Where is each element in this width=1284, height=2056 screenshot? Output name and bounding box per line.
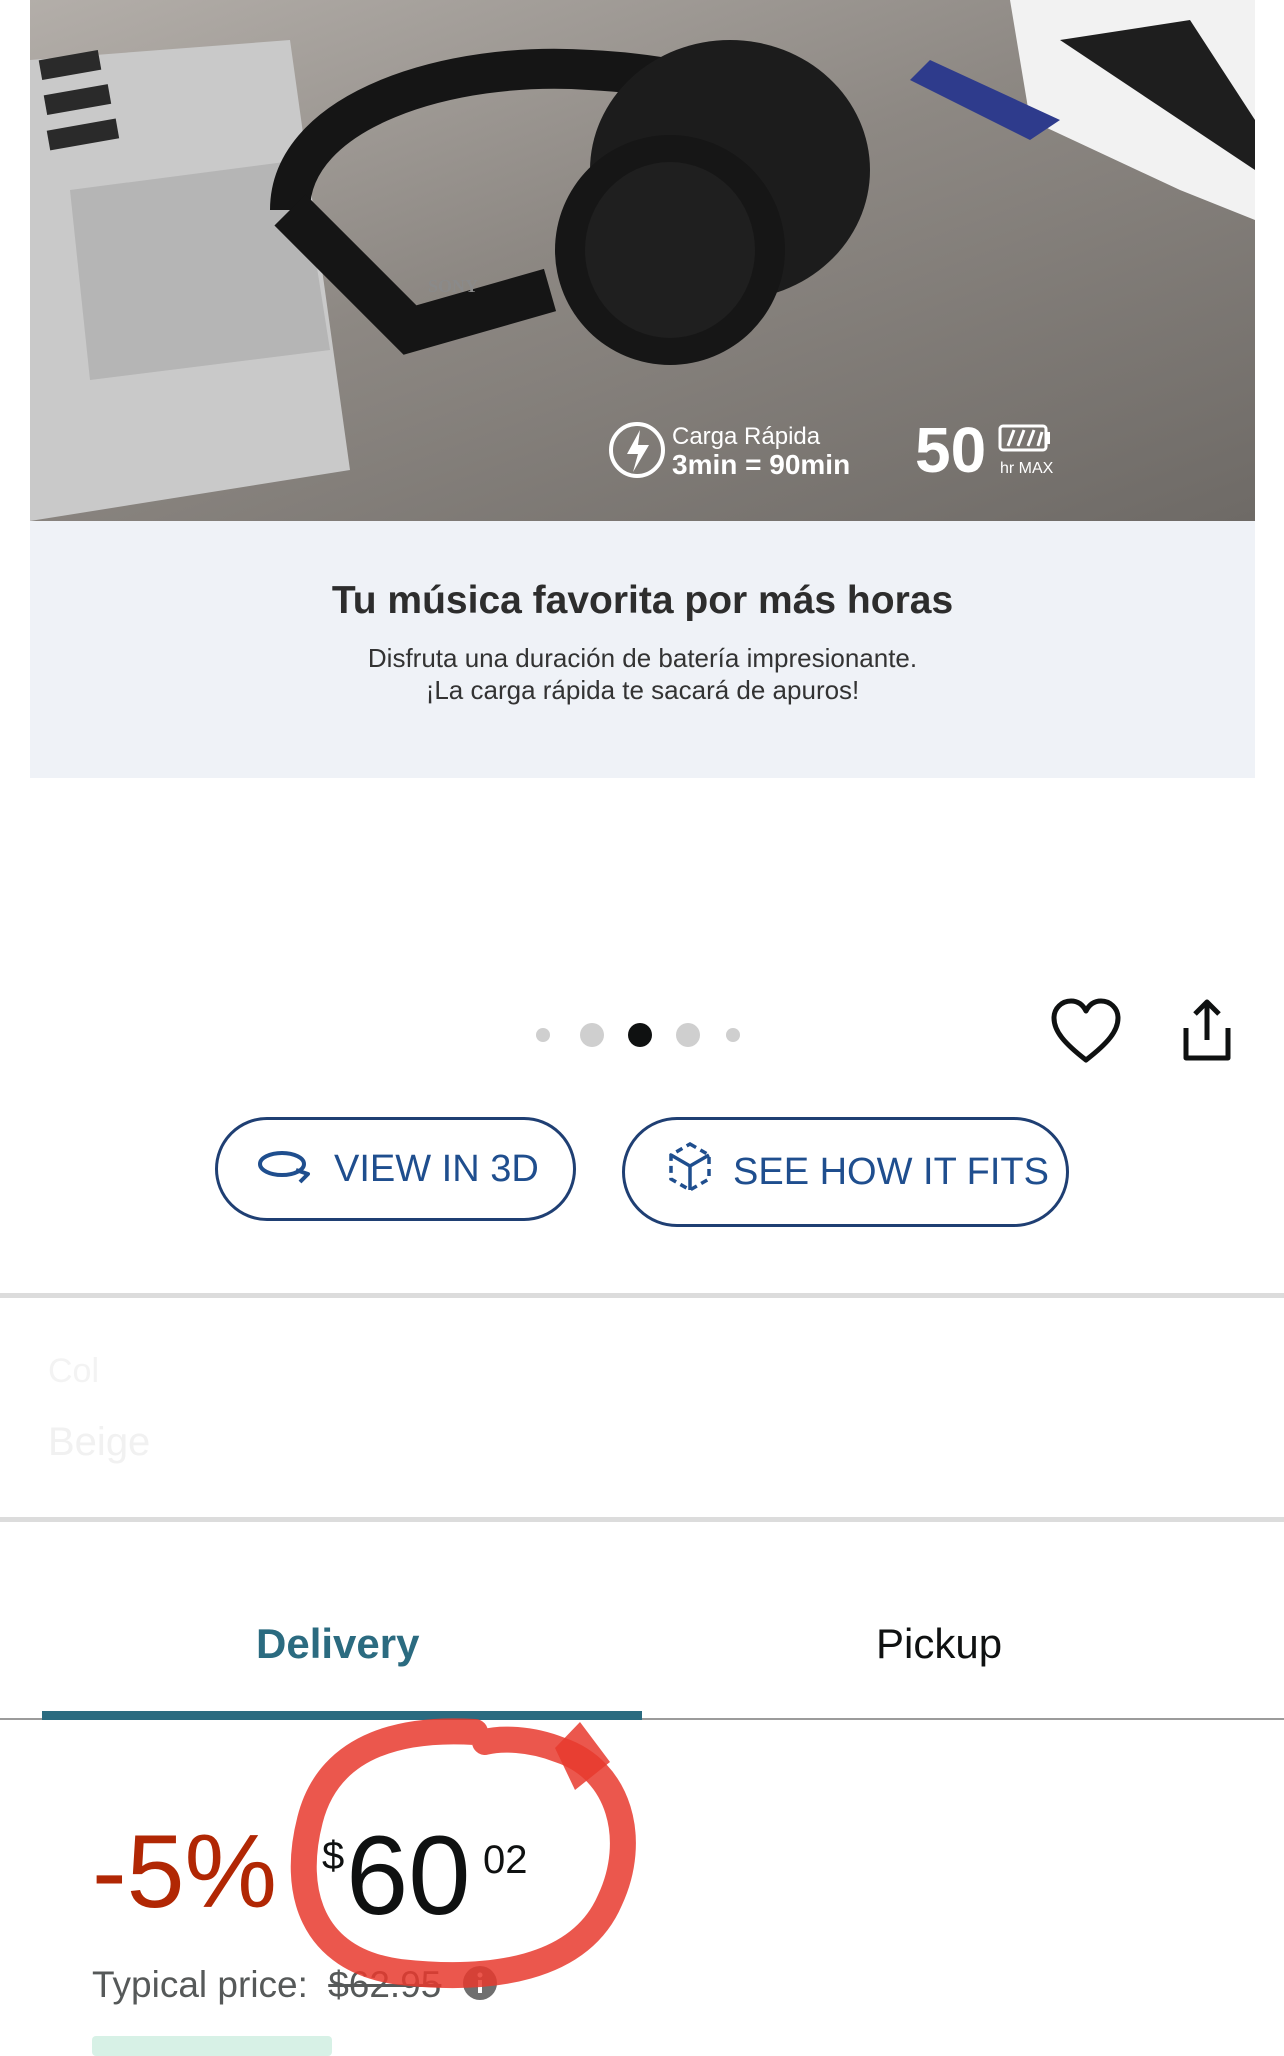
price-currency-symbol: $ [322,1834,345,1878]
svg-text:50: 50 [915,414,986,486]
tab-delivery[interactable]: Delivery [256,1620,419,1668]
heart-icon [1051,998,1121,1063]
deal-badge [92,2036,332,2056]
variant-value: Beige [48,1420,151,1464]
price-fraction: 02 [483,1838,528,1882]
view-in-3d-button[interactable]: VIEW IN 3D [215,1117,576,1221]
see-how-it-fits-label: SEE HOW IT FITS [733,1150,1049,1193]
carousel-dot-4[interactable] [676,1023,700,1047]
typical-price-value: $62.95 [328,1964,442,2005]
see-how-it-fits-button[interactable]: SEE HOW IT FITS [622,1117,1069,1227]
ar-cube-icon [665,1140,715,1204]
wishlist-button[interactable] [1050,998,1122,1066]
typical-price-label: Typical price: [92,1964,308,2005]
view-in-3d-label: VIEW IN 3D [334,1147,539,1190]
price-whole: 60 [346,1813,471,1938]
product-image-carousel[interactable]: SONY Carga Rápida 3min = 90min 50 hr MAX… [30,0,1255,778]
headphones-illustration: SONY Carga Rápida 3min = 90min 50 hr MAX [30,0,1255,521]
carousel-dot-5[interactable] [726,1028,740,1042]
tab-pickup[interactable]: Pickup [876,1620,1002,1668]
banner-subtitle-line-2: ¡La carga rápida te sacará de apuros! [425,675,860,705]
typical-price-row: Typical price: $62.95 [92,1964,498,2010]
carousel-dot-2[interactable] [580,1023,604,1047]
carousel-dot-1[interactable] [536,1028,550,1042]
share-icon [1183,999,1231,1061]
banner-subtitle-line-1: Disfruta una duración de batería impresi… [367,643,918,673]
product-photo: SONY Carga Rápida 3min = 90min 50 hr MAX [30,0,1255,521]
svg-text:Carga Rápida: Carga Rápida [672,423,821,450]
svg-text:3min = 90min: 3min = 90min [672,449,850,480]
banner-title: Tu música favorita por más horas [331,579,954,622]
share-button[interactable] [1172,996,1242,1066]
tab-active-indicator [42,1711,642,1720]
discount-percentage: -5% [92,1814,277,1930]
rotate-3d-icon [256,1144,316,1194]
variant-label: Col [48,1352,100,1390]
section-divider [0,1293,1284,1298]
svg-text:SONY: SONY [428,276,478,296]
svg-text:hr MAX: hr MAX [1000,460,1054,477]
banner-caption: Tu música favorita por más horas Disfrut… [30,521,1255,778]
info-icon[interactable] [462,1965,498,2010]
section-divider [0,1517,1284,1522]
carousel-dot-3[interactable] [628,1023,652,1047]
carousel-pagination[interactable] [536,1022,756,1047]
